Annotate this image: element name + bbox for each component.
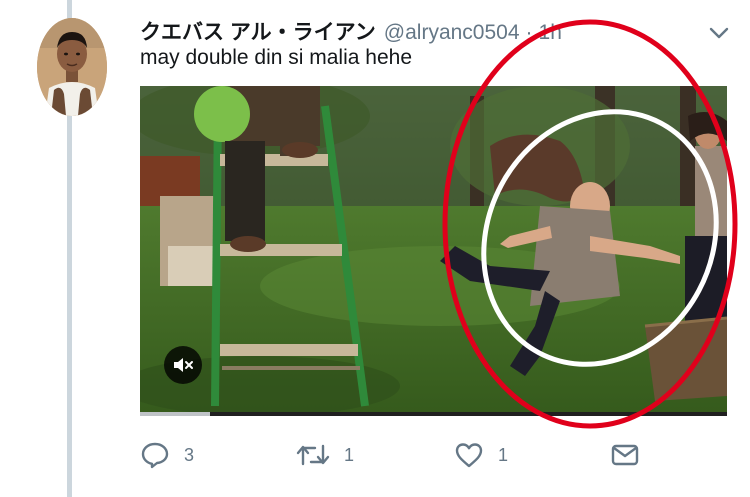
speaker-muted-icon[interactable]: [164, 346, 202, 384]
reply-count: 3: [184, 444, 195, 465]
retweet-count: 1: [344, 444, 355, 465]
user-handle[interactable]: @alryanc0504: [384, 21, 520, 45]
header-separator: ·: [525, 21, 533, 44]
heart-icon: [454, 441, 484, 469]
reply-icon: [140, 441, 170, 469]
video-player[interactable]: [140, 86, 727, 416]
direct-message-button[interactable]: [610, 440, 640, 470]
like-button[interactable]: 1: [454, 440, 508, 470]
envelope-icon: [610, 442, 640, 468]
like-count: 1: [498, 444, 509, 465]
reply-button[interactable]: 3: [140, 440, 194, 470]
tweet-header: クエバス アル・ライアン @alryanc0504 · 1h: [140, 16, 562, 45]
display-name[interactable]: クエバス アル・ライアン: [140, 16, 376, 46]
retweet-button[interactable]: 1: [296, 440, 354, 470]
video-frame: [140, 86, 727, 416]
video-progress-bar[interactable]: [140, 412, 727, 416]
video-progress-fill: [140, 412, 211, 416]
chevron-down-icon[interactable]: [707, 24, 731, 42]
retweet-icon: [296, 442, 330, 468]
timestamp[interactable]: 1h: [539, 21, 562, 45]
avatar[interactable]: [37, 18, 107, 116]
tweet-text: may double din si malia hehe: [140, 46, 412, 69]
